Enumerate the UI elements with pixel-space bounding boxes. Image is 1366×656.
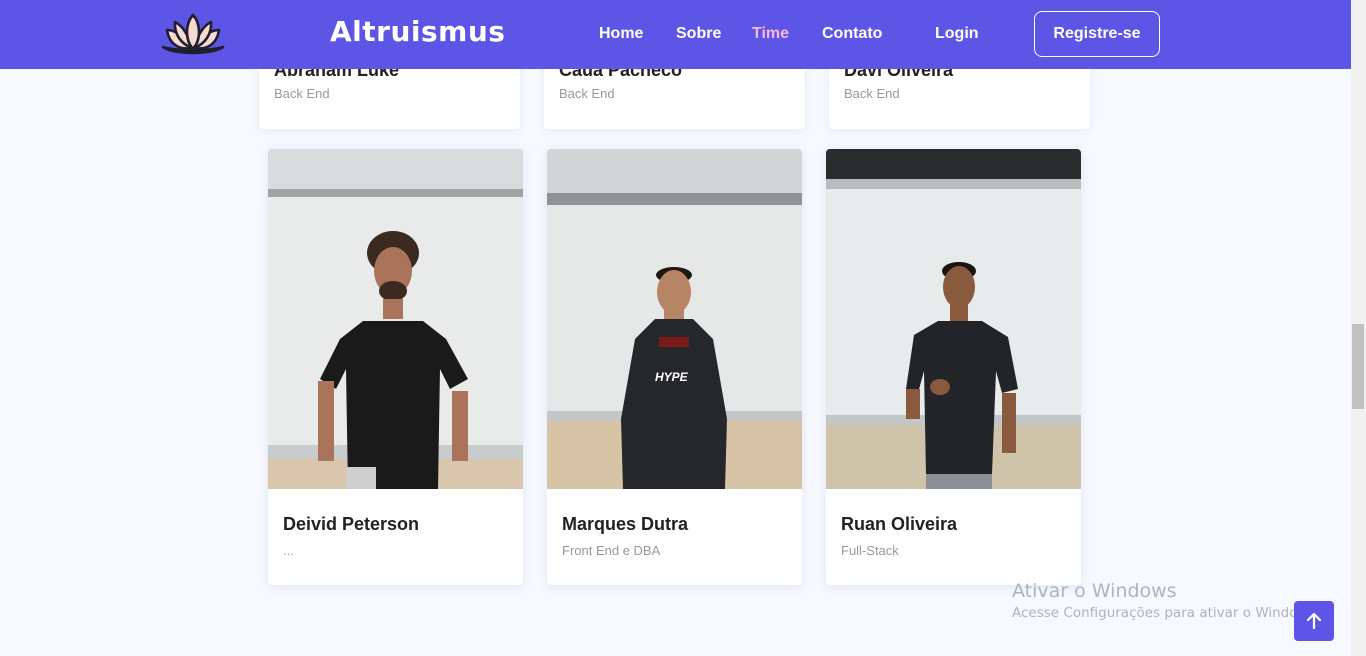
member-role: Back End bbox=[274, 86, 330, 101]
navbar: Altruismus Home Sobre Time Contato Login… bbox=[0, 0, 1351, 69]
lotus-logo-icon[interactable] bbox=[161, 12, 225, 56]
nav-sobre[interactable]: Sobre bbox=[676, 25, 721, 43]
member-photo bbox=[826, 149, 1081, 489]
member-role: ... bbox=[283, 543, 294, 558]
member-photo: HYPE bbox=[547, 149, 802, 489]
team-card: Deivid Peterson ... bbox=[268, 149, 523, 585]
nav-home[interactable]: Home bbox=[599, 25, 643, 43]
member-role: Full-Stack bbox=[841, 543, 899, 558]
windows-watermark-subtitle: Acesse Configurações para ativar o Windo… bbox=[1012, 605, 1320, 621]
nav-contato[interactable]: Contato bbox=[822, 25, 882, 43]
nav-time[interactable]: Time bbox=[752, 25, 789, 43]
shirt-text: HYPE bbox=[655, 370, 689, 384]
brand-name[interactable]: Altruismus bbox=[330, 15, 505, 48]
login-link[interactable]: Login bbox=[935, 25, 979, 43]
member-name: Deivid Peterson bbox=[283, 514, 420, 534]
member-name: Ruan Oliveira bbox=[841, 514, 958, 534]
member-photo bbox=[268, 149, 523, 489]
team-card: Ruan Oliveira Full-Stack bbox=[826, 149, 1081, 585]
scrollbar-thumb[interactable] bbox=[1352, 324, 1364, 409]
member-role: Front End e DBA bbox=[562, 543, 661, 558]
member-role: Back End bbox=[559, 86, 615, 101]
member-role: Back End bbox=[844, 86, 900, 101]
windows-watermark-title: Ativar o Windows bbox=[1012, 580, 1177, 602]
back-to-top-button[interactable] bbox=[1294, 601, 1334, 641]
arrow-up-icon bbox=[1306, 612, 1322, 630]
team-card: HYPE Marques Dutra Front End e DBA bbox=[547, 149, 802, 585]
register-button[interactable]: Registre-se bbox=[1034, 11, 1160, 57]
member-name: Marques Dutra bbox=[562, 514, 689, 534]
